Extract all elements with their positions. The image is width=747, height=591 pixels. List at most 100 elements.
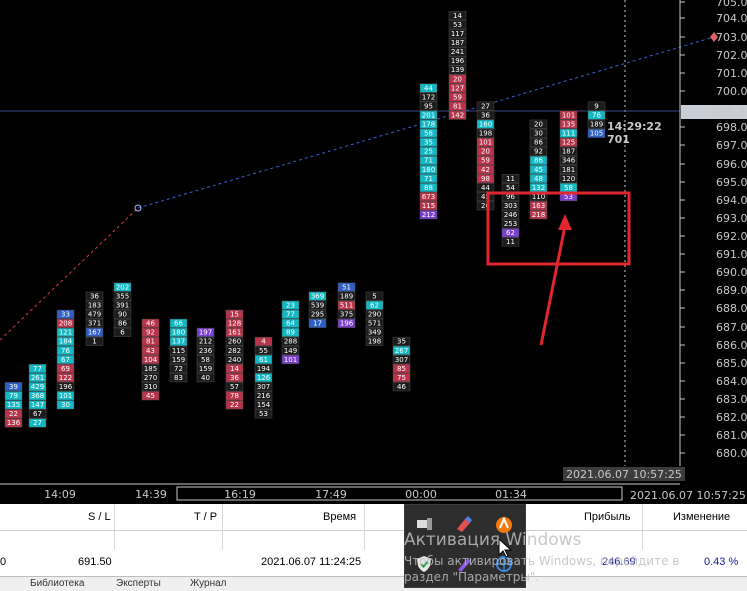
cluster-cell-value: 159 xyxy=(199,365,212,373)
position-row[interactable]: 0 691.50 2021.06.07 11:24:25 246.69 0.43… xyxy=(0,531,747,568)
cluster-column-6: 661801371151597283 xyxy=(169,318,188,383)
cluster-cell-value: 9 xyxy=(594,102,598,110)
cluster-cell-value: 69 xyxy=(61,365,70,373)
cluster-cell-value: 184 xyxy=(59,338,73,346)
cluster-cell-value: 197 xyxy=(199,329,212,337)
cluster-cell-value: 95 xyxy=(424,102,433,110)
cluster-cell-value: 479 xyxy=(88,311,101,319)
price-tick-label: 702.0 xyxy=(716,49,747,62)
price-tick-label: 685.0 xyxy=(716,357,747,370)
cluster-cell-value: 147 xyxy=(31,401,44,409)
cluster-cell-value: 101 xyxy=(284,356,297,364)
cluster-cell-value: 20 xyxy=(453,75,462,83)
cluster-cell-value: 36 xyxy=(90,292,99,300)
cluster-cell-value: 142 xyxy=(451,111,464,119)
cluster-column-13: 5 62290571349198 xyxy=(365,291,384,346)
header-sl[interactable]: S / L xyxy=(88,511,111,523)
cluster-column-11: 369 53929517 xyxy=(308,291,327,328)
cluster-cell-value: 154 xyxy=(257,401,271,409)
cluster-cell-value: 196 xyxy=(451,57,465,65)
usb-device-icon[interactable] xyxy=(413,513,435,535)
color-picker-icon[interactable] xyxy=(453,513,475,535)
row-price: 0 xyxy=(0,556,7,568)
cluster-column-14: 35267307857546 xyxy=(392,336,411,392)
cluster-cell-value: 92 xyxy=(146,329,155,337)
cluster-cell-value: 288 xyxy=(284,338,297,346)
cluster-cell-value: 53 xyxy=(453,21,462,29)
header-tp[interactable]: T / P xyxy=(194,511,217,523)
cluster-cell-value: 101 xyxy=(562,111,575,119)
cluster-cell-value: 20 xyxy=(534,121,543,129)
cluster-cell-value: 17 xyxy=(313,320,322,328)
cluster-cell-value: 4 xyxy=(261,338,266,346)
cluster-cell-value: 121 xyxy=(59,329,72,337)
header-profit[interactable]: Прибыль xyxy=(584,511,631,523)
cluster-cell-value: 1 xyxy=(92,338,96,346)
tab-library[interactable]: Библиотека xyxy=(30,578,84,589)
cluster-column-10: 23776489288149101 xyxy=(281,300,300,365)
cluster-cell-value: 25 xyxy=(424,148,433,156)
cluster-cell-value: 20 xyxy=(481,148,490,156)
time-tick-label: 16:19 xyxy=(224,488,256,501)
cluster-cell-value: 135 xyxy=(7,401,20,409)
cluster-cell-value: 270 xyxy=(144,374,157,382)
cluster-cell-value: 101 xyxy=(59,392,72,400)
time-tick-label: 14:39 xyxy=(135,488,167,501)
cluster-cell-value: 183 xyxy=(88,302,101,310)
cluster-cell-value: 45 xyxy=(534,166,543,174)
cluster-cell-value: 122 xyxy=(59,374,72,382)
cluster-cell-value: 67 xyxy=(33,410,42,418)
cluster-cell-value: 76 xyxy=(61,347,70,355)
shield-check-icon[interactable] xyxy=(413,553,435,575)
cluster-cell-value: 673 xyxy=(422,193,435,201)
cluster-cell-value: 295 xyxy=(311,311,324,319)
mouse-cursor-icon xyxy=(498,537,513,558)
cluster-cell-value: 85 xyxy=(397,365,406,373)
cluster-cell-value: 59 xyxy=(481,157,490,165)
cluster-cell-value: 160 xyxy=(479,121,492,129)
cluster-cell-value: 198 xyxy=(368,338,381,346)
price-tick-label: 682.0 xyxy=(716,411,747,424)
price-tick-label: 693.0 xyxy=(716,212,747,225)
cluster-cell-value: 261 xyxy=(31,374,44,382)
footprint-chart[interactable]: 3979135221367726142936814767273320812118… xyxy=(0,0,747,504)
cluster-cell-value: 86 xyxy=(534,139,543,147)
cluster-cell-value: 22 xyxy=(9,410,18,418)
time-tick-label: 00:00 xyxy=(405,488,437,501)
pen-icon[interactable] xyxy=(453,553,475,575)
cluster-cell-value: 86 xyxy=(534,157,543,165)
cluster-cell-value: 282 xyxy=(228,347,241,355)
cluster-cell-value: 11 xyxy=(506,175,515,183)
cluster-cell-value: 76 xyxy=(592,111,601,119)
cluster-cell-value: 375 xyxy=(340,311,353,319)
cluster-column-4: 202355 39190866 xyxy=(113,282,132,337)
cluster-cell-value: 391 xyxy=(116,302,129,310)
cluster-cell-value: 163 xyxy=(532,202,545,210)
cluster-cell-value: 77 xyxy=(33,365,42,373)
price-tick-label: 703.0 xyxy=(716,31,747,44)
cluster-cell-value: 39 xyxy=(9,383,18,391)
cluster-cell-value: 101 xyxy=(479,139,492,147)
cluster-cell-value: 92 xyxy=(534,148,543,156)
time-tick-label: 17:49 xyxy=(315,488,347,501)
cluster-column-20: 1011351111251873461811205853 xyxy=(559,110,578,202)
cluster-cell-value: 44 xyxy=(424,84,433,92)
price-tick-label: 691.0 xyxy=(716,248,747,261)
header-time[interactable]: Время xyxy=(323,511,356,523)
cluster-column-0: 397913522136 xyxy=(4,382,23,428)
cluster-cell-value: 72 xyxy=(174,365,183,373)
avast-icon[interactable] xyxy=(493,513,515,535)
cluster-cell-value: 115 xyxy=(172,347,185,355)
cluster-cell-value: 98 xyxy=(481,175,490,183)
price-tick-label: 694.0 xyxy=(716,194,747,207)
cluster-cell-value: 42 xyxy=(481,166,490,174)
cluster-cell-value: 167 xyxy=(88,329,101,337)
cluster-cell-value: 202 xyxy=(116,283,129,291)
cluster-cell-value: 267 xyxy=(395,347,408,355)
tab-journal[interactable]: Журнал xyxy=(190,578,227,589)
cluster-cell-value: 67 xyxy=(61,356,70,364)
terminal-tabs: Библиотека Эксперты Журнал xyxy=(0,576,747,591)
header-change[interactable]: Изменение xyxy=(673,511,730,523)
cluster-cell-value: 57 xyxy=(230,383,239,391)
tab-experts[interactable]: Эксперты xyxy=(116,578,161,589)
